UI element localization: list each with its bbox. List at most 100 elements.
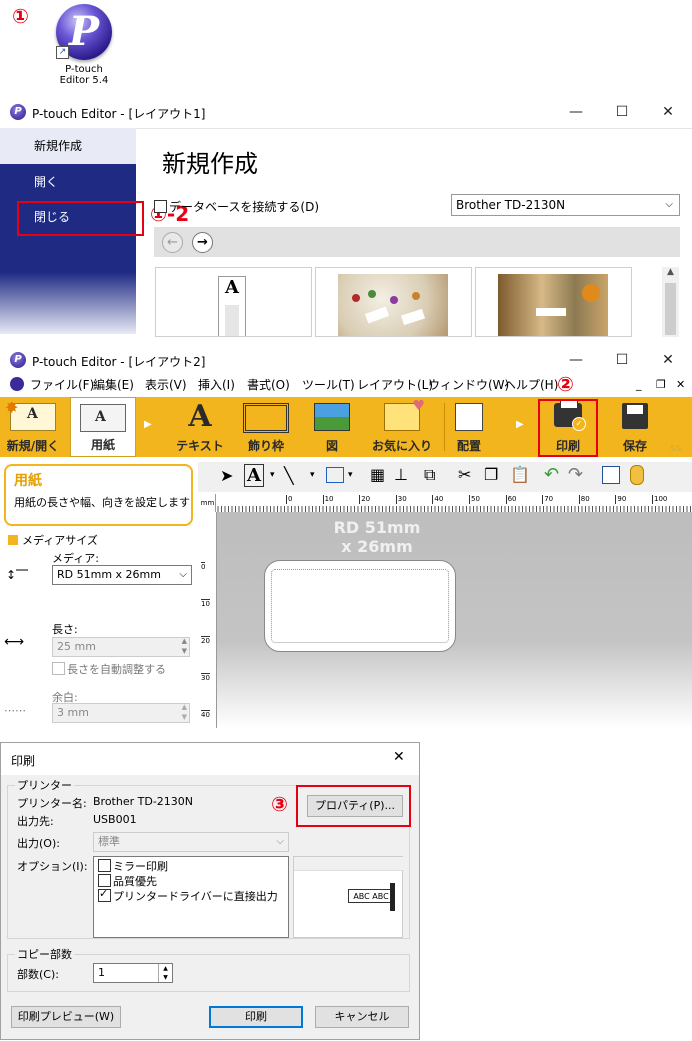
ribbon-favorites[interactable]: ♥ お気に入り xyxy=(366,397,438,457)
mdi-close-button[interactable]: ✕ xyxy=(676,374,685,396)
option-direct-output[interactable]: プリンタードライバーに直接出力 xyxy=(98,887,284,904)
page-heading: 新規作成 xyxy=(162,150,258,178)
copies-spin-icon[interactable]: ▲ ▼ xyxy=(158,964,172,982)
cut-icon[interactable]: ✂ xyxy=(458,465,471,484)
ribbon-expand-icon-2[interactable]: ▶ xyxy=(516,419,524,430)
media-label: メディア: xyxy=(52,552,99,565)
length-spin-icon[interactable]: ▲ ▼ xyxy=(182,636,187,656)
output-select[interactable]: 標準 ⌵ xyxy=(93,832,289,852)
undo-icon[interactable]: ↶ xyxy=(544,464,559,485)
print-button[interactable]: 印刷 xyxy=(209,1006,303,1028)
copies-input[interactable]: 1 ▲ ▼ xyxy=(93,963,173,983)
ribbon-text[interactable]: A テキスト xyxy=(168,397,232,457)
auto-adjust-checkbox[interactable]: 長さを自動調整する xyxy=(52,661,166,677)
app-menu-icon[interactable] xyxy=(10,377,24,391)
minimize-button[interactable]: — xyxy=(556,349,596,371)
option-mirror[interactable]: ミラー印刷 xyxy=(98,859,284,874)
option-quality-check[interactable] xyxy=(98,874,111,887)
pointer-icon[interactable]: ➤ xyxy=(220,466,233,485)
mdi-minimize-button[interactable]: _ xyxy=(636,374,642,396)
menu-view[interactable]: 表示(V) xyxy=(145,374,187,396)
scrollbar-thumb[interactable] xyxy=(665,283,676,335)
margin-spin-icon[interactable]: ▲ ▼ xyxy=(182,702,187,722)
paste-icon[interactable]: 📋 xyxy=(510,465,530,484)
sidebar-item-new[interactable]: 新規作成 xyxy=(0,128,136,164)
database-icon[interactable] xyxy=(630,465,644,485)
favorites-folder-icon: ♥ xyxy=(384,398,425,431)
properties-tool-icon[interactable] xyxy=(602,466,620,484)
ribbon-arrange[interactable]: 配置 xyxy=(446,397,492,457)
close-icon[interactable]: ✕ xyxy=(393,749,405,765)
ribbon-save[interactable]: 保存 xyxy=(604,397,666,457)
ribbon-frame[interactable]: 飾り枠 xyxy=(234,397,298,457)
vertical-ruler: 0 10 20 30 40 xyxy=(200,512,217,728)
network-tool-icon[interactable]: ⧉ xyxy=(424,465,435,485)
printer-select[interactable]: Brother TD-2130N ⌵ xyxy=(451,194,680,216)
cancel-button[interactable]: キャンセル xyxy=(315,1006,409,1028)
barcode-tool-icon[interactable]: ⊥ xyxy=(394,465,408,484)
option-mirror-check[interactable] xyxy=(98,859,111,872)
menu-tools[interactable]: ツール(T) xyxy=(302,374,355,396)
margin-value: 3 mm xyxy=(57,706,89,719)
ribbon-new-open-label: 新規/開く xyxy=(6,439,60,453)
save-icon xyxy=(622,403,648,429)
copy-icon[interactable]: ❐ xyxy=(484,465,498,484)
properties-panel: 用紙 用紙の長さや幅、向きを設定します メディアサイズ メディア: ↕⎺ RD … xyxy=(0,458,198,728)
highlight-close-item xyxy=(17,201,144,236)
paper-icon: A xyxy=(80,404,126,432)
text-tool-icon[interactable]: A xyxy=(244,464,264,487)
layout-canvas[interactable]: RD 51mm x 26mm xyxy=(200,512,692,728)
db-connect-check[interactable] xyxy=(154,200,167,213)
db-connect-checkbox[interactable]: データベースを接続する(D) xyxy=(154,198,319,215)
icon-label-line2: Editor 5.4 xyxy=(59,75,109,86)
ptouch-desktop-shortcut[interactable]: P ↗ P-touch Editor 5.4 xyxy=(52,4,116,88)
back-arrow-icon[interactable]: ← xyxy=(162,232,183,253)
print-preview-button[interactable]: 印刷プレビュー(W) xyxy=(11,1006,121,1028)
menu-edit[interactable]: 編集(E) xyxy=(93,374,134,396)
menu-insert[interactable]: 挿入(I) xyxy=(198,374,235,396)
menu-window[interactable]: ウィンドウ(W) xyxy=(428,374,509,396)
length-input[interactable]: 25 mm ▲ ▼ xyxy=(52,637,190,657)
menu-help[interactable]: ヘルプ(H) xyxy=(504,374,558,396)
line-tool-icon[interactable]: ╲ xyxy=(284,466,294,485)
vruler-tick-label: 0 xyxy=(201,562,206,571)
menu-format[interactable]: 書式(O) xyxy=(247,374,290,396)
copies-group-label: コピー部数 xyxy=(15,946,74,962)
minimize-button[interactable]: — xyxy=(556,101,596,123)
chevron-down-icon[interactable]: ▾ xyxy=(270,470,275,480)
window2-title: P-touch Editor - [レイアウト2] xyxy=(32,355,206,369)
close-button[interactable]: ✕ xyxy=(648,349,688,371)
ribbon-new-open[interactable]: ✸ A 新規/開く xyxy=(0,397,66,457)
menu-file[interactable]: ファイル(F) xyxy=(30,374,94,396)
media-select[interactable]: RD 51mm x 26mm ⌵ xyxy=(52,565,192,585)
ribbon-expand-icon[interactable]: ▶ xyxy=(144,419,152,430)
db-connect-label: データベースを接続する(D) xyxy=(169,200,320,214)
close-button[interactable]: ✕ xyxy=(648,101,688,123)
option-quality[interactable]: 品質優先 xyxy=(98,874,284,889)
templates-scrollbar[interactable]: ▲ xyxy=(662,267,679,337)
rectangle-tool-icon[interactable] xyxy=(326,467,344,483)
menu-layout[interactable]: レイアウト(L) xyxy=(357,374,433,396)
forward-arrow-icon[interactable]: → xyxy=(192,232,213,253)
ribbon-paper[interactable]: A 用紙 xyxy=(70,397,136,457)
label-preview[interactable] xyxy=(264,560,456,652)
redo-icon[interactable]: ↷ xyxy=(568,464,583,485)
scroll-up-icon[interactable]: ▲ xyxy=(662,267,679,277)
ribbon-overflow-text: ss xyxy=(670,441,682,454)
template-thumb-photo1[interactable] xyxy=(315,267,472,337)
sidebar-item-open[interactable]: 開く xyxy=(0,164,136,200)
option-direct-output-check[interactable] xyxy=(98,887,111,902)
ribbon-image[interactable]: 図 xyxy=(300,397,364,457)
maximize-button[interactable]: ☐ xyxy=(602,349,642,371)
chevron-down-icon[interactable]: ▾ xyxy=(310,470,315,480)
chevron-down-icon[interactable]: ▾ xyxy=(348,470,353,480)
mdi-restore-button[interactable]: ❐ xyxy=(656,374,666,396)
table-tool-icon[interactable]: ▦ xyxy=(370,465,385,484)
step-label-3: ③ xyxy=(271,792,288,816)
maximize-button[interactable]: ☐ xyxy=(602,101,642,123)
template-thumb-photo2[interactable] xyxy=(475,267,632,337)
print-dialog-titlebar: 印刷 ✕ xyxy=(1,743,419,775)
template-thumb-blank[interactable]: A xyxy=(155,267,312,337)
ruler-tick-label: 60 xyxy=(505,495,517,504)
margin-input[interactable]: 3 mm ▲ ▼ xyxy=(52,703,190,723)
